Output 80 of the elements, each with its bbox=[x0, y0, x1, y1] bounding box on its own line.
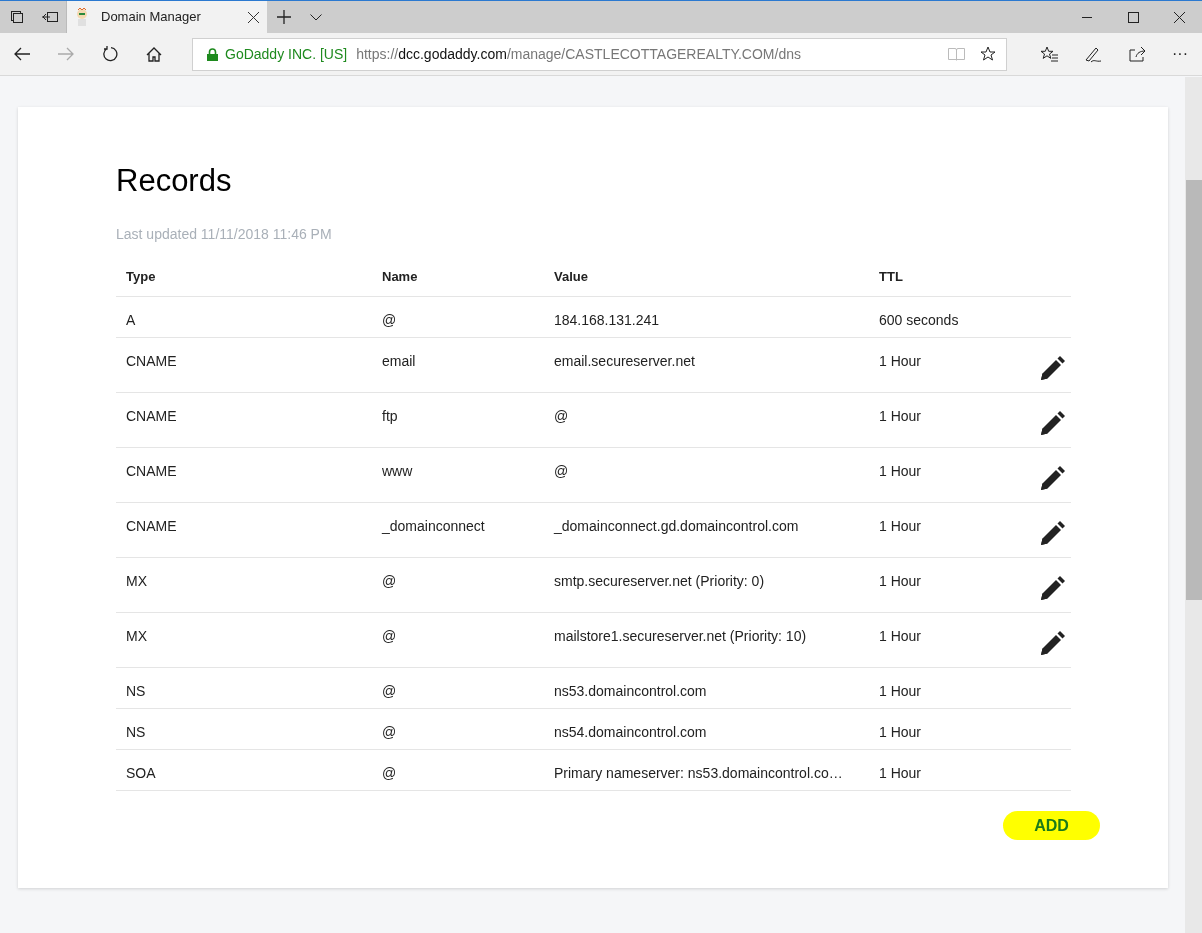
table-cell: ns53.domaincontrol.com bbox=[554, 683, 707, 699]
plus-icon bbox=[277, 10, 291, 24]
table-cell: 1 Hour bbox=[879, 518, 922, 534]
table-cell: ns54.domaincontrol.com bbox=[554, 724, 707, 740]
table-cell: _domainconnect bbox=[382, 518, 485, 534]
close-icon bbox=[1173, 11, 1185, 23]
table-cell: 1 Hour bbox=[879, 353, 922, 369]
edit-pencil-icon[interactable] bbox=[1041, 631, 1065, 655]
column-header: TTL bbox=[879, 267, 904, 286]
table-cell: smtp.secureserver.net (Priority: 0) bbox=[554, 573, 765, 589]
column-header: Name bbox=[382, 267, 419, 286]
table-cell: A bbox=[126, 312, 136, 328]
home-icon bbox=[146, 46, 162, 62]
table-cell: 1 Hour bbox=[879, 463, 922, 479]
edit-pencil-icon[interactable] bbox=[1041, 521, 1065, 545]
table-cell: @ bbox=[382, 683, 397, 699]
page-title: Records bbox=[116, 164, 233, 198]
table-cell: mailstore1.secureserver.net (Priority: 10) bbox=[554, 628, 807, 644]
table-cell: email bbox=[382, 353, 416, 369]
table-cell: SOA bbox=[126, 765, 156, 781]
scrollbar-thumb[interactable] bbox=[1186, 180, 1202, 600]
table-cell: @ bbox=[382, 628, 397, 644]
table-cell: 1 Hour bbox=[879, 573, 922, 589]
table-cell: ftp bbox=[382, 408, 398, 424]
close-icon[interactable] bbox=[248, 11, 259, 23]
table-cell: 1 Hour bbox=[879, 408, 922, 424]
table-cell: 184.168.131.241 bbox=[554, 312, 660, 328]
table-cell: MX bbox=[126, 573, 147, 589]
column-header: Value bbox=[554, 267, 589, 286]
table-cell: CNAME bbox=[126, 518, 177, 534]
refresh-icon bbox=[102, 46, 118, 62]
star-icon[interactable] bbox=[980, 46, 996, 62]
table-cell: @ bbox=[382, 765, 397, 781]
pen-icon[interactable] bbox=[1085, 45, 1102, 63]
site-favicon-icon bbox=[75, 8, 89, 26]
edit-pencil-icon[interactable] bbox=[1041, 356, 1065, 380]
table-cell: @ bbox=[382, 312, 397, 328]
table-cell: NS bbox=[126, 724, 146, 740]
minimize-icon bbox=[1082, 16, 1092, 18]
table-cell: 1 Hour bbox=[879, 683, 922, 699]
table-cell: @ bbox=[554, 463, 569, 479]
table-cell: email.secureserver.net bbox=[554, 353, 695, 369]
forward-arrow-icon bbox=[58, 47, 74, 61]
back-arrow-icon bbox=[14, 47, 30, 61]
address-bar[interactable]: GoDaddy INC. [US] https://dcc.godaddy.com/manage/CASTLECOTTAGEREALTY.COM/dns bbox=[192, 37, 1007, 71]
reading-view-icon bbox=[948, 47, 965, 61]
table-cell: @ bbox=[382, 573, 397, 589]
lock-icon bbox=[207, 47, 218, 61]
site-identity: GoDaddy INC. [US] bbox=[225, 44, 348, 64]
table-cell: 600 seconds bbox=[879, 312, 959, 328]
share-icon[interactable] bbox=[1129, 46, 1146, 62]
browser-tab[interactable]: Domain Manager bbox=[66, 1, 267, 33]
maximize-icon bbox=[1127, 11, 1139, 23]
table-cell: CNAME bbox=[126, 353, 177, 369]
table-cell: www bbox=[382, 463, 413, 479]
table-cell: 1 Hour bbox=[879, 765, 922, 781]
table-cell: CNAME bbox=[126, 463, 177, 479]
tab-title: Domain Manager bbox=[101, 8, 202, 27]
add-button[interactable]: ADD bbox=[1003, 811, 1100, 840]
edit-pencil-icon[interactable] bbox=[1041, 576, 1065, 600]
more-button[interactable]: ··· bbox=[1172, 42, 1188, 66]
chevron-down-icon bbox=[310, 13, 322, 21]
table-cell: _domainconnect.gd.domaincontrol.com bbox=[554, 518, 799, 534]
table-cell: 1 Hour bbox=[879, 724, 922, 740]
table-cell: Primary nameserver: ns53.domaincontrol.co… bbox=[554, 765, 843, 781]
scrollbar[interactable] bbox=[1185, 77, 1202, 933]
table-cell: MX bbox=[126, 628, 147, 644]
set-aside-icon bbox=[41, 11, 58, 23]
table-cell: @ bbox=[382, 724, 397, 740]
table-cell: 1 Hour bbox=[879, 628, 922, 644]
edit-pencil-icon[interactable] bbox=[1041, 466, 1065, 490]
table-cell: @ bbox=[554, 408, 569, 424]
last-updated-text: Last updated 11/11/2018 11:46 PM bbox=[116, 225, 333, 244]
table-cell: CNAME bbox=[126, 408, 177, 424]
favorites-icon[interactable] bbox=[1040, 46, 1058, 62]
edit-pencil-icon[interactable] bbox=[1041, 411, 1065, 435]
url-text: https://dcc.godaddy.com/manage/CASTLECOTTAGEREALTY.COM/dns bbox=[356, 44, 801, 64]
table-cell: NS bbox=[126, 683, 146, 699]
column-header: Type bbox=[126, 267, 157, 286]
tabs-icon bbox=[9, 10, 24, 24]
